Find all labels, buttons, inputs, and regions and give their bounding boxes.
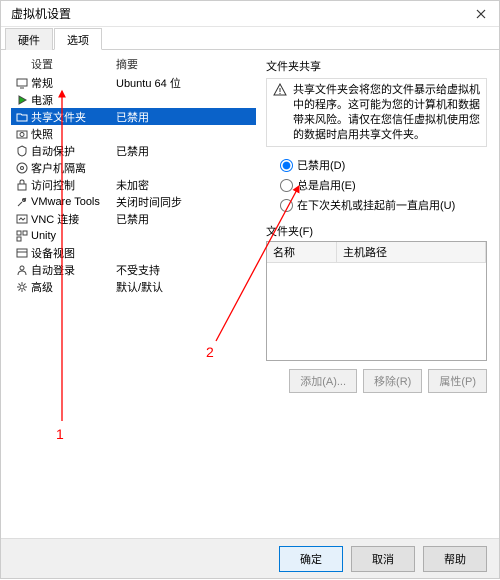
- settings-row-advanced[interactable]: 高级默认/默认: [11, 278, 256, 295]
- help-button[interactable]: 帮助: [423, 546, 487, 572]
- radio-always-label: 总是启用(E): [297, 177, 356, 193]
- folder-list[interactable]: 名称 主机路径: [266, 241, 487, 361]
- row-label: 客户机隔离: [31, 160, 116, 176]
- folder-col-path: 主机路径: [337, 242, 486, 262]
- row-summary: 已禁用: [116, 211, 256, 227]
- settings-row-shared[interactable]: 共享文件夹已禁用: [11, 108, 256, 125]
- row-summary: 已禁用: [116, 109, 256, 125]
- settings-row-snapshot[interactable]: 快照: [11, 125, 256, 142]
- device-icon: [13, 247, 31, 259]
- disk-icon: [13, 162, 31, 174]
- ok-button[interactable]: 确定: [279, 546, 343, 572]
- row-summary: 已禁用: [116, 143, 256, 159]
- unity-icon: [13, 230, 31, 242]
- monitor-icon: [13, 77, 31, 89]
- tab-hardware[interactable]: 硬件: [5, 28, 53, 50]
- settings-list: 常规Ubuntu 64 位电源共享文件夹已禁用快照自动保护已禁用客户机隔离访问控…: [11, 74, 256, 295]
- settings-row-vmtools[interactable]: VMware Tools关闭时间同步: [11, 193, 256, 210]
- row-summary: 不受支持: [116, 262, 256, 278]
- camera-icon: [13, 128, 31, 140]
- folder-group-title: 文件夹(F): [266, 223, 487, 239]
- row-summary: Ubuntu 64 位: [116, 75, 256, 91]
- user-icon: [13, 264, 31, 276]
- settings-row-general[interactable]: 常规Ubuntu 64 位: [11, 74, 256, 91]
- row-label: 访问控制: [31, 177, 116, 193]
- row-label: 常规: [31, 75, 116, 91]
- settings-row-autologon[interactable]: 自动登录不受支持: [11, 261, 256, 278]
- folder-icon: [13, 111, 31, 123]
- sharing-warning: 共享文件夹会将您的文件暴示给虚拟机中的程序。这可能为您的计算机和数据带来风险。请…: [266, 78, 487, 147]
- play-icon: [13, 94, 31, 106]
- vnc-icon: [13, 213, 31, 225]
- settings-row-unity[interactable]: Unity: [11, 227, 256, 244]
- add-folder-button[interactable]: 添加(A)...: [289, 369, 357, 393]
- cancel-button[interactable]: 取消: [351, 546, 415, 572]
- row-summary: 未加密: [116, 177, 256, 193]
- folder-properties-button[interactable]: 属性(P): [428, 369, 487, 393]
- sharing-group-title: 文件夹共享: [266, 58, 487, 74]
- settings-row-devview[interactable]: 设备视图: [11, 244, 256, 261]
- row-label: 电源: [31, 92, 116, 108]
- settings-row-guestiso[interactable]: 客户机隔离: [11, 159, 256, 176]
- row-label: VMware Tools: [31, 196, 116, 208]
- row-label: 快照: [31, 126, 116, 142]
- row-label: 自动保护: [31, 143, 116, 159]
- tab-options[interactable]: 选项: [54, 28, 102, 50]
- radio-disabled-label: 已禁用(D): [297, 157, 345, 173]
- close-icon: [476, 9, 486, 19]
- tools-icon: [13, 196, 31, 208]
- folder-list-body: [267, 263, 486, 360]
- col-header-summary: 摘要: [116, 56, 138, 72]
- window-title: 虚拟机设置: [11, 5, 71, 22]
- row-label: 高级: [31, 279, 116, 295]
- tab-strip: 硬件 选项: [1, 27, 499, 50]
- row-summary: 关闭时间同步: [116, 194, 256, 210]
- folder-col-name: 名称: [267, 242, 337, 262]
- settings-row-access[interactable]: 访问控制未加密: [11, 176, 256, 193]
- gear-icon: [13, 281, 31, 293]
- radio-disabled[interactable]: 已禁用(D): [280, 157, 487, 173]
- remove-folder-button[interactable]: 移除(R): [363, 369, 422, 393]
- row-label: VNC 连接: [31, 211, 116, 227]
- row-summary: 默认/默认: [116, 279, 256, 295]
- col-header-settings: 设置: [31, 56, 116, 72]
- settings-row-power[interactable]: 电源: [11, 91, 256, 108]
- close-button[interactable]: [467, 4, 495, 24]
- row-label: 自动登录: [31, 262, 116, 278]
- radio-always[interactable]: 总是启用(E): [280, 177, 487, 193]
- row-label: 设备视图: [31, 245, 116, 261]
- settings-row-autoprotect[interactable]: 自动保护已禁用: [11, 142, 256, 159]
- radio-until-label: 在下次关机或挂起前一直启用(U): [297, 197, 455, 213]
- lock-icon: [13, 179, 31, 191]
- radio-until-shutdown[interactable]: 在下次关机或挂起前一直启用(U): [280, 197, 487, 213]
- settings-row-vnc[interactable]: VNC 连接已禁用: [11, 210, 256, 227]
- row-label: Unity: [31, 230, 116, 242]
- shield-icon: [13, 145, 31, 157]
- warning-icon: [273, 83, 287, 142]
- sharing-warning-text: 共享文件夹会将您的文件暴示给虚拟机中的程序。这可能为您的计算机和数据带来风险。请…: [293, 83, 480, 142]
- row-label: 共享文件夹: [31, 109, 116, 125]
